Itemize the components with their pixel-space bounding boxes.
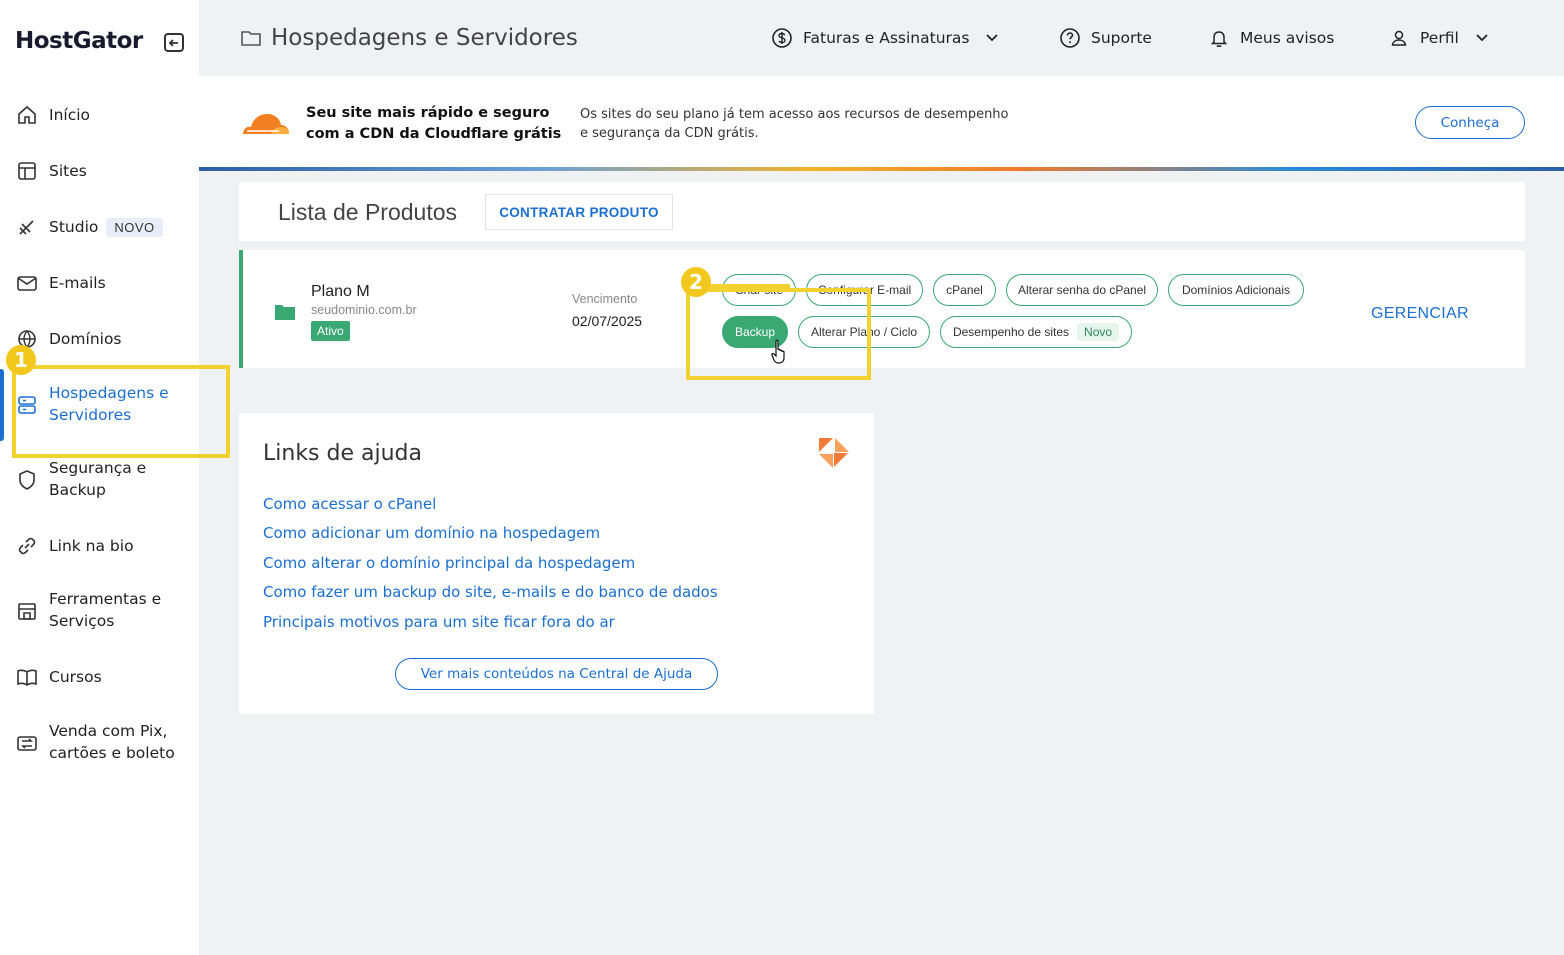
cpanel-button[interactable]: cPanel [933, 274, 996, 306]
collapse-sidebar-button[interactable] [164, 33, 184, 52]
faturas-menu[interactable]: Faturas e Assinaturas [771, 27, 999, 49]
sidebar-item-venda-pix[interactable]: Venda com Pix, cartões e boleto [0, 720, 199, 766]
bell-icon [1210, 31, 1228, 47]
exchange-icon [17, 736, 37, 751]
desempenho-sites-button[interactable]: Desempenho de sites Novo [940, 316, 1132, 348]
home-icon [18, 105, 36, 124]
vencimento-date: 02/07/2025 [572, 313, 643, 329]
sidebar-item-label: Serviços [49, 612, 115, 630]
help-link[interactable]: Como acessar o cPanel [263, 495, 436, 513]
arrow-left-icon [168, 39, 178, 47]
shield-icon [19, 470, 35, 490]
conheca-button[interactable]: Conheça [1415, 106, 1525, 139]
page-title: Hospedagens e Servidores [271, 25, 578, 51]
store-icon [18, 603, 36, 620]
sidebar-item-inicio[interactable]: Início [0, 103, 199, 127]
contratar-produto-button[interactable]: CONTRATAR PRODUTO [485, 194, 673, 230]
hand-cursor-icon [771, 339, 785, 364]
sidebar-item-link-na-bio[interactable]: Link na bio [0, 534, 199, 558]
gerenciar-link[interactable]: GERENCIAR [1371, 305, 1469, 323]
help-link[interactable]: Como alterar o domínio principal da hosp… [263, 554, 635, 572]
annotation-box-2 [686, 288, 871, 380]
link-icon [18, 537, 36, 555]
sidebar-item-label: Venda com Pix, [49, 722, 168, 740]
annotation-number-2: 2 [681, 267, 711, 297]
avisos-label: Meus avisos [1240, 29, 1335, 47]
help-circle-icon [1060, 28, 1080, 48]
sidebar-item-label: Sites [49, 162, 87, 180]
sidebar-item-emails[interactable]: E-mails [0, 271, 199, 295]
sidebar-item-ferramentas[interactable]: Ferramentas e Serviços [0, 588, 199, 634]
help-links-card: Links de ajuda Como acessar o cPanel Com… [239, 413, 874, 714]
brush-icon [19, 220, 34, 235]
sidebar-item-label: E-mails [49, 274, 106, 292]
plan-domain: seudominio.com.br [311, 303, 417, 317]
sidebar-item-studio[interactable]: Studio NOVO [0, 215, 199, 239]
annotation-number-1: 1 [6, 345, 36, 375]
hostgator-mark-icon [819, 438, 849, 468]
sidebar-item-cursos[interactable]: Cursos [0, 665, 199, 689]
sidebar-item-label: Cursos [49, 668, 102, 686]
dollar-circle-icon [772, 28, 792, 48]
banner-text-2: e segurança da CDN grátis. [580, 126, 759, 141]
folder-icon [241, 31, 261, 46]
avisos-link[interactable]: Meus avisos [1208, 27, 1334, 49]
novo-badge: NOVO [106, 217, 163, 237]
products-header: Lista de Produtos CONTRATAR PRODUTO [239, 182, 1525, 241]
chevron-down-icon [1476, 34, 1488, 42]
faturas-label: Faturas e Assinaturas [803, 29, 970, 47]
novo-badge: Novo [1077, 323, 1120, 341]
alterar-senha-cpanel-button[interactable]: Alterar senha do cPanel [1006, 274, 1158, 306]
folder-icon [275, 305, 295, 320]
sidebar-item-label: Link na bio [49, 537, 134, 555]
chevron-down-icon [986, 34, 999, 42]
sidebar-item-label: cartões e boleto [49, 744, 175, 762]
book-icon [17, 669, 37, 686]
help-title: Links de ajuda [263, 441, 422, 466]
banner-text-1: Os sites do seu plano já tem acesso aos … [580, 107, 1009, 122]
help-link[interactable]: Como fazer um backup do site, e-mails e … [263, 583, 718, 601]
cloudflare-banner: Seu site mais rápido e seguro com a CDN … [199, 76, 1564, 168]
help-link[interactable]: Como adicionar um domínio na hospedagem [263, 524, 600, 542]
annotation-box-1 [12, 365, 230, 458]
sidebar: HostGator Início Sites Studio NOVO E-mail… [0, 0, 199, 955]
plan-name: Plano M [311, 283, 370, 300]
sidebar-item-label: Studio [49, 217, 99, 236]
layout-icon [18, 162, 36, 180]
banner-headline-2: com a CDN da Cloudflare grátis [306, 126, 562, 142]
help-link[interactable]: Principais motivos para um site ficar fo… [263, 613, 615, 631]
sidebar-item-sites[interactable]: Sites [0, 159, 199, 183]
status-badge: Ativo [311, 321, 350, 341]
sidebar-item-label: Backup [49, 481, 106, 499]
banner-stripe [199, 167, 1564, 171]
perfil-label: Perfil [1420, 29, 1459, 47]
suporte-label: Suporte [1091, 29, 1152, 47]
sidebar-item-label: Segurança e [49, 459, 147, 477]
sidebar-item-label: Domínios [49, 330, 122, 348]
products-title: Lista de Produtos [278, 199, 458, 225]
vencimento-label: Vencimento [572, 292, 638, 306]
mail-icon [17, 276, 37, 291]
sidebar-item-seguranca[interactable]: Segurança e Backup [0, 457, 199, 503]
product-row: Plano M seudominio.com.br Ativo Vencimen… [239, 250, 1525, 368]
desempenho-label: Desempenho de sites [952, 325, 1070, 339]
hostgator-logo[interactable]: HostGator [15, 28, 143, 54]
top-header: Hospedagens e Servidores Faturas e Assin… [199, 0, 1564, 76]
banner-headline-1: Seu site mais rápido e seguro [306, 105, 550, 121]
suporte-link[interactable]: Suporte [1059, 27, 1152, 49]
central-ajuda-button[interactable]: Ver mais conteúdos na Central de Ajuda [395, 658, 718, 690]
cloudflare-icon [243, 114, 289, 134]
sidebar-item-label: Ferramentas e [49, 590, 162, 608]
sidebar-item-label: Início [49, 106, 91, 124]
dominios-adicionais-button[interactable]: Domínios Adicionais [1168, 274, 1304, 306]
perfil-menu[interactable]: Perfil [1388, 27, 1489, 49]
user-icon [1391, 30, 1407, 46]
